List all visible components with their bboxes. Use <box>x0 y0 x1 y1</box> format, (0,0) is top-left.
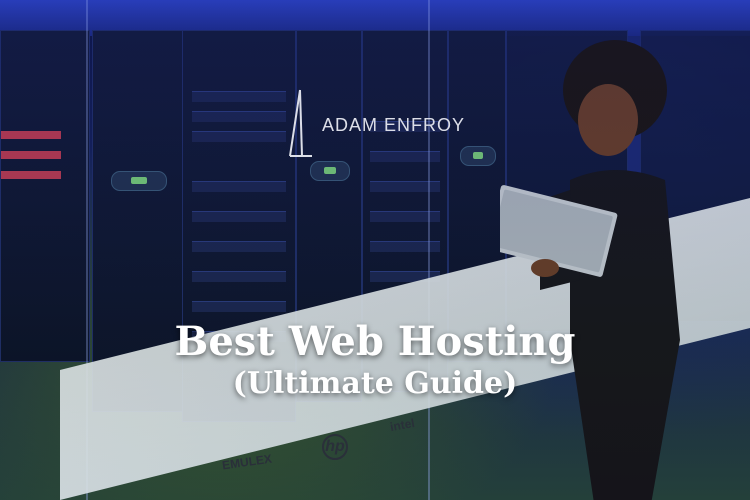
brand-name: ADAM ENFROY <box>322 115 466 135</box>
headline-subtitle: (Ultimate Guide) <box>232 366 518 401</box>
adam-enfroy-logo-icon <box>289 89 312 157</box>
brand-logo: ADAM ENFROY <box>286 88 466 168</box>
glass-divider <box>428 0 430 500</box>
headline-title: Best Web Hosting <box>174 318 576 365</box>
hp-logo: hp <box>322 434 348 460</box>
woman-with-laptop <box>500 40 680 500</box>
server-rack <box>0 30 90 362</box>
hero-image: EMULEX hp intel ADAM ENFROY Best Web Hos… <box>0 0 750 500</box>
intel-logo: intel <box>388 415 416 435</box>
